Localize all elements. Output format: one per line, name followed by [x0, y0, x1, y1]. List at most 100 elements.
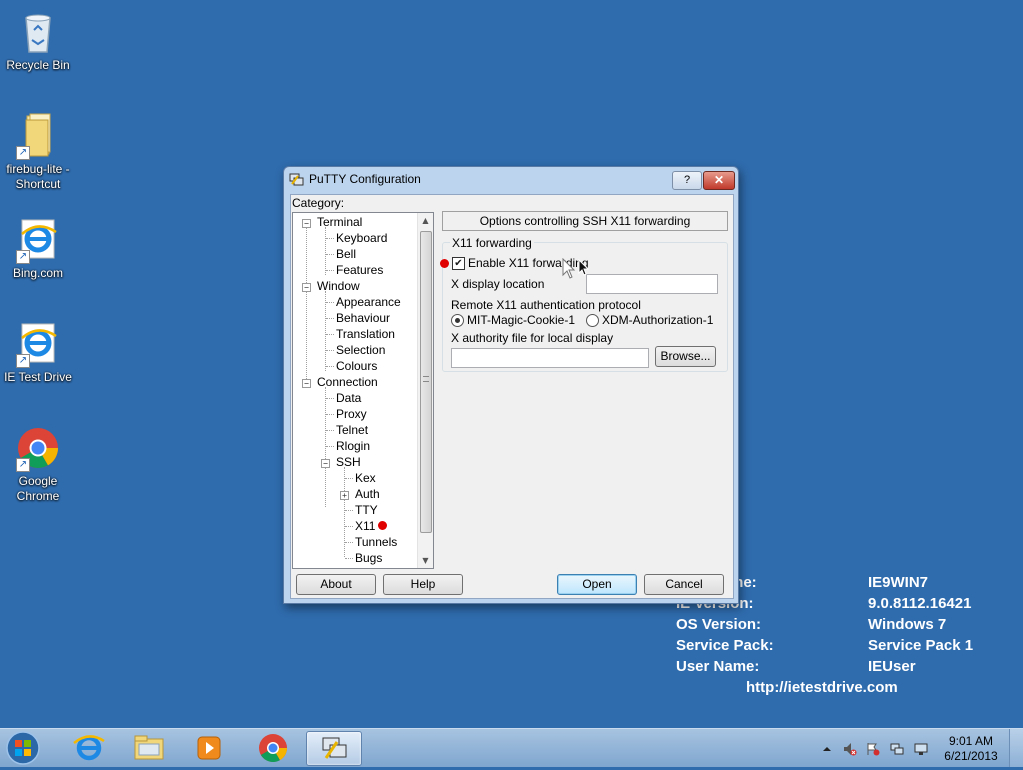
tree-item-appearance[interactable]: Appearance [336, 294, 401, 310]
desktop-icon-recycle-bin[interactable]: Recycle Bin [0, 8, 76, 73]
show-hidden-icons-icon[interactable] [820, 741, 834, 755]
grip-icon [423, 376, 429, 382]
chrome-icon [259, 734, 287, 762]
category-tree[interactable]: − Terminal Keyboard Bell Features − Wind… [292, 212, 434, 569]
tree-item-proxy[interactable]: Proxy [336, 406, 367, 422]
info-value: IE9WIN7 [868, 574, 929, 591]
shortcut-arrow-icon: ↗ [16, 250, 30, 264]
expand-toggle-icon[interactable]: + [340, 491, 349, 500]
scrollbar-thumb[interactable] [420, 231, 432, 533]
taskbar-chrome[interactable] [246, 731, 300, 764]
auth-protocol-label: Remote X11 authentication protocol [451, 298, 641, 312]
tree-connector [325, 291, 326, 371]
putty-icon [289, 172, 304, 187]
tree-connector [326, 398, 334, 399]
tree-connector [326, 446, 334, 447]
tree-item-features[interactable]: Features [336, 262, 383, 278]
scroll-down-arrow-icon[interactable]: ▼ [418, 553, 433, 568]
browse-button[interactable]: Browse... [655, 346, 716, 367]
taskbar-media-player[interactable] [182, 731, 236, 764]
info-value: Service Pack 1 [868, 637, 974, 654]
network-icon[interactable] [890, 741, 904, 755]
tree-item-ssh[interactable]: SSH [336, 454, 361, 470]
show-desktop-button[interactable] [1009, 729, 1023, 767]
tree-item-tunnels[interactable]: Tunnels [355, 534, 397, 550]
tree-item-selection[interactable]: Selection [336, 342, 385, 358]
cancel-button[interactable]: Cancel [644, 574, 724, 595]
shortcut-arrow-icon: ↗ [16, 354, 30, 368]
monitor-icon[interactable] [914, 741, 928, 755]
desktop-icon-bing[interactable]: ↗ Bing.com [0, 216, 76, 281]
desktop-icon-label: firebug-lite - Shortcut [6, 162, 70, 191]
annotation-dot-icon [440, 259, 449, 268]
category-label: Category: [292, 196, 345, 210]
tree-item-tty[interactable]: TTY [355, 502, 378, 518]
dialog-titlebar[interactable]: PuTTY Configuration ? ✕ [284, 167, 738, 193]
tree-connector [325, 227, 326, 275]
tree-item-kex[interactable]: Kex [355, 470, 376, 486]
info-key: User Name: [676, 658, 760, 675]
desktop-icon-google-chrome[interactable]: ↗ Google Chrome [0, 424, 76, 504]
clock-date: 6/21/2013 [944, 749, 998, 763]
taskbar-windows-explorer[interactable] [122, 731, 176, 764]
tree-item-rlogin[interactable]: Rlogin [336, 438, 370, 454]
tree-connector [326, 254, 334, 255]
taskbar-clock[interactable]: 9:01 AM 6/21/2013 [938, 734, 1004, 764]
desktop-icon-firebug-lite[interactable]: ↗ firebug-lite - Shortcut [0, 112, 76, 192]
group-title: X11 forwarding [450, 236, 534, 250]
enable-x11-checkbox[interactable]: ✔ [452, 257, 465, 270]
tree-connector [326, 302, 334, 303]
scroll-up-arrow-icon[interactable]: ▲ [418, 213, 433, 228]
action-center-icon[interactable] [866, 741, 880, 756]
tree-connector [345, 542, 353, 543]
radio-label[interactable]: XDM-Authorization-1 [602, 313, 713, 327]
taskbar-internet-explorer[interactable] [62, 731, 116, 764]
tree-item-connection[interactable]: Connection [317, 374, 378, 390]
about-button[interactable]: About [296, 574, 376, 595]
tree-item-behaviour[interactable]: Behaviour [336, 310, 390, 326]
tree-scrollbar[interactable]: ▲ ▼ [417, 213, 433, 568]
start-button[interactable] [4, 730, 42, 766]
tree-item-bell[interactable]: Bell [336, 246, 356, 262]
radio-label[interactable]: MIT-Magic-Cookie-1 [467, 313, 575, 327]
tree-item-telnet[interactable]: Telnet [336, 422, 368, 438]
tree-connector [345, 526, 353, 527]
tree-item-x11[interactable]: X11 [355, 518, 375, 534]
taskbar-putty[interactable] [306, 731, 362, 766]
tree-item-terminal[interactable]: Terminal [317, 214, 362, 230]
info-value: 9.0.8112.16421 [868, 595, 972, 612]
collapse-toggle-icon[interactable]: − [321, 459, 330, 468]
tree-item-colours[interactable]: Colours [336, 358, 377, 374]
tree-item-bugs[interactable]: Bugs [355, 550, 382, 566]
radio-xdm-authorization[interactable] [586, 314, 599, 327]
tree-connector [345, 478, 353, 479]
putty-icon [322, 737, 347, 759]
tree-connector [326, 414, 334, 415]
recycle-bin-icon [14, 8, 62, 56]
tree-item-data[interactable]: Data [336, 390, 361, 406]
collapse-toggle-icon[interactable]: − [302, 379, 311, 388]
tree-item-window[interactable]: Window [317, 278, 360, 294]
x-display-input[interactable] [586, 274, 718, 294]
tree-item-keyboard[interactable]: Keyboard [336, 230, 387, 246]
collapse-toggle-icon[interactable]: − [302, 219, 311, 228]
help-button[interactable]: Help [383, 574, 463, 595]
desktop-icon-label: Recycle Bin [6, 58, 70, 72]
radio-mit-magic-cookie[interactable] [451, 314, 464, 327]
volume-muted-icon[interactable] [843, 741, 857, 756]
open-button[interactable]: Open [557, 574, 637, 595]
title-help-button[interactable]: ? [672, 171, 702, 190]
internet-explorer-icon: ↗ [14, 320, 62, 368]
clock-time: 9:01 AM [948, 734, 994, 748]
tree-item-translation[interactable]: Translation [336, 326, 395, 342]
title-close-button[interactable]: ✕ [703, 171, 735, 190]
tree-connector [326, 334, 334, 335]
media-player-icon [197, 736, 221, 760]
tree-connector [326, 318, 334, 319]
dialog-client-area: Category: − Terminal Keyboard Bell Featu… [290, 194, 734, 599]
desktop-icon-ie-test-drive[interactable]: ↗ IE Test Drive [0, 320, 76, 385]
xauth-file-input[interactable] [451, 348, 649, 368]
tree-item-auth[interactable]: Auth [355, 486, 380, 502]
collapse-toggle-icon[interactable]: − [302, 283, 311, 292]
tree-connector [326, 270, 334, 271]
